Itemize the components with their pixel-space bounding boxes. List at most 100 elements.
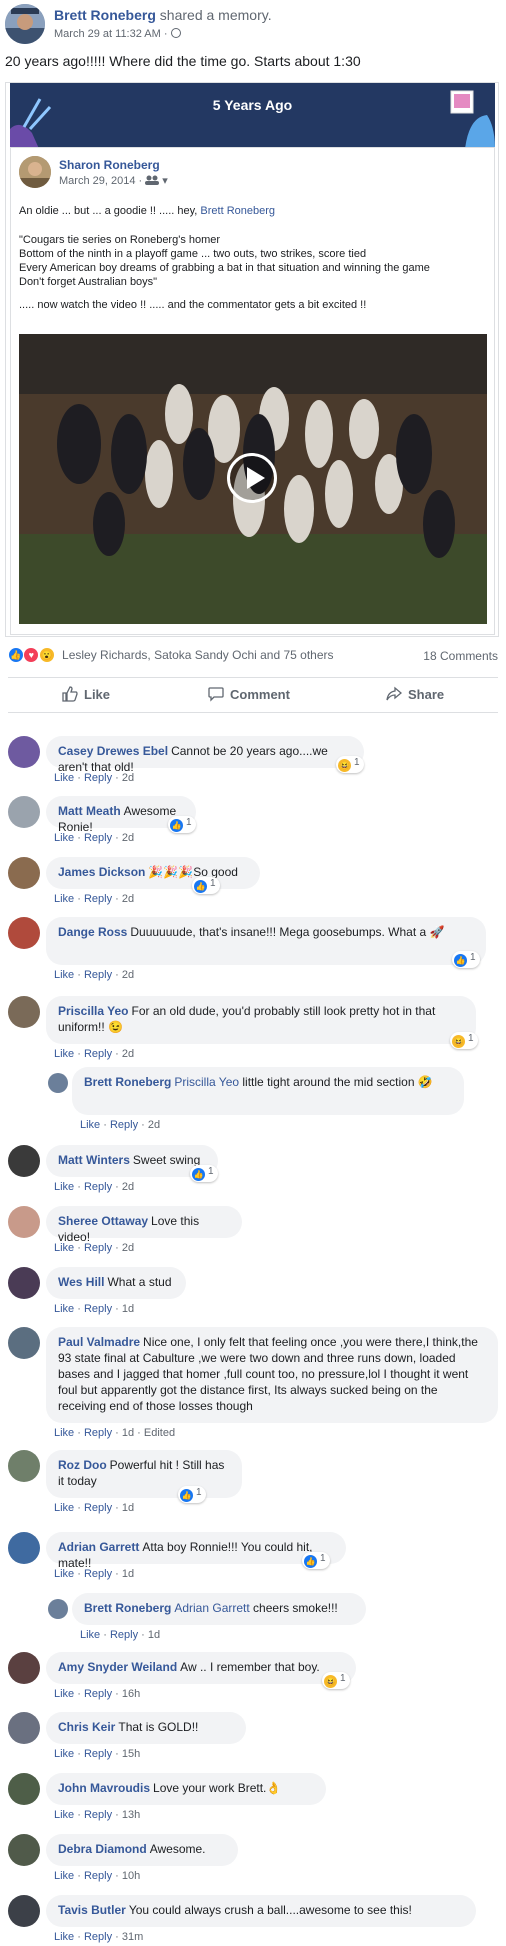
comment-time[interactable]: 1d (122, 1568, 134, 1580)
comment-reply-link[interactable]: Reply (84, 832, 112, 844)
commenter-name[interactable]: Sheree Ottaway (58, 1214, 148, 1228)
comment-time[interactable]: 31m (122, 1931, 143, 1943)
reply-time[interactable]: 2d (148, 1119, 160, 1131)
comment-reaction-badge[interactable]: 😆 1 (450, 1032, 478, 1049)
comment-reaction-badge[interactable]: 👍 1 (302, 1552, 330, 1569)
commenter-avatar[interactable] (8, 1327, 40, 1359)
comment-reply-link[interactable]: Reply (84, 1427, 112, 1439)
commenter-name[interactable]: Matt Winters (58, 1153, 130, 1167)
comment-reply-link[interactable]: Reply (84, 1502, 112, 1514)
comment-time[interactable]: 10h (122, 1870, 140, 1882)
comment-time[interactable]: 2d (122, 893, 134, 905)
reply-like-link[interactable]: Like (80, 1629, 100, 1641)
reply-reply-link[interactable]: Reply (110, 1629, 138, 1641)
reactions-names[interactable]: Lesley Richards, Satoka Sandy Ochi and 7… (62, 648, 334, 662)
comment-time[interactable]: 1d (122, 1303, 134, 1315)
commenter-avatar[interactable] (8, 1206, 40, 1238)
author-name-link[interactable]: Brett Roneberg (54, 7, 156, 23)
reply-like-link[interactable]: Like (80, 1119, 100, 1131)
comment-reply-link[interactable]: Reply (84, 1303, 112, 1315)
comment-reaction-badge[interactable]: 😆 1 (322, 1672, 350, 1689)
reactions-summary[interactable]: 👍 ♥ 😮 Lesley Richards, Satoka Sandy Ochi… (8, 647, 334, 665)
commenter-avatar[interactable] (8, 857, 40, 889)
commenter-name[interactable]: James Dickson (58, 865, 145, 879)
commenter-avatar[interactable] (8, 1450, 40, 1482)
commenter-name[interactable]: Casey Drewes Ebel (58, 744, 168, 758)
comment-time[interactable]: 13h (122, 1809, 140, 1821)
comment-reaction-badge[interactable]: 😆 1 (336, 756, 364, 773)
comment-reply-link[interactable]: Reply (84, 1181, 112, 1193)
comments-count[interactable]: 18 Comments (423, 649, 498, 663)
edited-label[interactable]: Edited (144, 1427, 175, 1439)
commenter-avatar[interactable] (8, 996, 40, 1028)
commenter-avatar[interactable] (8, 1532, 40, 1564)
comment-reply-link[interactable]: Reply (84, 1048, 112, 1060)
shared-post-date[interactable]: March 29, 2014 (59, 175, 135, 187)
commenter-avatar[interactable] (8, 1267, 40, 1299)
video-player[interactable] (19, 334, 487, 624)
commenter-name[interactable]: Priscilla Yeo (58, 1004, 129, 1018)
privacy-chevron-icon[interactable]: ▾ (162, 175, 168, 187)
reply-avatar[interactable] (48, 1073, 68, 1093)
comment-like-link[interactable]: Like (54, 1931, 74, 1943)
comment-time[interactable]: 15h (122, 1748, 140, 1760)
post-timestamp[interactable]: March 29 at 11:32 AM (54, 28, 161, 40)
comment-like-link[interactable]: Like (54, 772, 74, 784)
commenter-name[interactable]: Tavis Butler (58, 1903, 126, 1917)
comment-reply-link[interactable]: Reply (84, 1568, 112, 1580)
comment-time[interactable]: 2d (122, 1242, 134, 1254)
comment-time[interactable]: 2d (122, 832, 134, 844)
comment-reply-link[interactable]: Reply (84, 969, 112, 981)
reply-author-name[interactable]: Brett Roneberg (84, 1601, 171, 1615)
comment-reply-link[interactable]: Reply (84, 1809, 112, 1821)
comment-like-link[interactable]: Like (54, 1870, 74, 1882)
comment-like-link[interactable]: Like (54, 1809, 74, 1821)
comment-time[interactable]: 16h (122, 1688, 140, 1700)
play-icon[interactable] (227, 453, 277, 503)
comment-time[interactable]: 2d (122, 1048, 134, 1060)
comment-like-link[interactable]: Like (54, 1748, 74, 1760)
comment-reply-link[interactable]: Reply (84, 772, 112, 784)
share-button[interactable]: Share (386, 686, 444, 702)
commenter-avatar[interactable] (8, 1145, 40, 1177)
comment-reply-link[interactable]: Reply (84, 893, 112, 905)
commenter-avatar[interactable] (8, 736, 40, 768)
comment-like-link[interactable]: Like (54, 1048, 74, 1060)
commenter-avatar[interactable] (8, 1652, 40, 1684)
memory-card[interactable]: 5 Years Ago Sharon Roneberg March 29, 20… (5, 82, 499, 637)
commenter-name[interactable]: John Mavroudis (58, 1781, 150, 1795)
comment-reply-link[interactable]: Reply (84, 1242, 112, 1254)
comment-like-link[interactable]: Like (54, 893, 74, 905)
reply-time[interactable]: 1d (148, 1629, 160, 1641)
comment-like-link[interactable]: Like (54, 832, 74, 844)
globe-icon[interactable] (170, 28, 181, 38)
commenter-avatar[interactable] (8, 796, 40, 828)
comment-time[interactable]: 2d (122, 772, 134, 784)
commenter-name[interactable]: Dange Ross (58, 925, 127, 939)
comment-like-link[interactable]: Like (54, 1688, 74, 1700)
comment-reply-link[interactable]: Reply (84, 1748, 112, 1760)
commenter-avatar[interactable] (8, 917, 40, 949)
comment-reaction-badge[interactable]: 👍 1 (168, 816, 196, 833)
comment-like-link[interactable]: Like (54, 1181, 74, 1193)
like-button[interactable]: Like (62, 686, 110, 702)
commenter-name[interactable]: Roz Doo (58, 1458, 107, 1472)
comment-time[interactable]: 1d (122, 1502, 134, 1514)
commenter-avatar[interactable] (8, 1712, 40, 1744)
reply-avatar[interactable] (48, 1599, 68, 1619)
comment-reaction-badge[interactable]: 👍 1 (178, 1486, 206, 1503)
mention-link[interactable]: Brett Roneberg (200, 205, 275, 217)
reply-mention-link[interactable]: Adrian Garrett (174, 1601, 253, 1615)
commenter-avatar[interactable] (8, 1773, 40, 1805)
commenter-name[interactable]: Debra Diamond (58, 1842, 147, 1856)
shared-author-avatar[interactable] (19, 156, 51, 188)
commenter-name[interactable]: Amy Snyder Weiland (58, 1660, 177, 1674)
comment-like-link[interactable]: Like (54, 1303, 74, 1315)
comment-like-link[interactable]: Like (54, 1242, 74, 1254)
comment-like-link[interactable]: Like (54, 1427, 74, 1439)
comment-time[interactable]: 1d (122, 1427, 134, 1439)
commenter-name[interactable]: Adrian Garrett (58, 1540, 139, 1554)
commenter-avatar[interactable] (8, 1895, 40, 1927)
comment-like-link[interactable]: Like (54, 1568, 74, 1580)
shared-author-name[interactable]: Sharon Roneberg (59, 158, 160, 172)
